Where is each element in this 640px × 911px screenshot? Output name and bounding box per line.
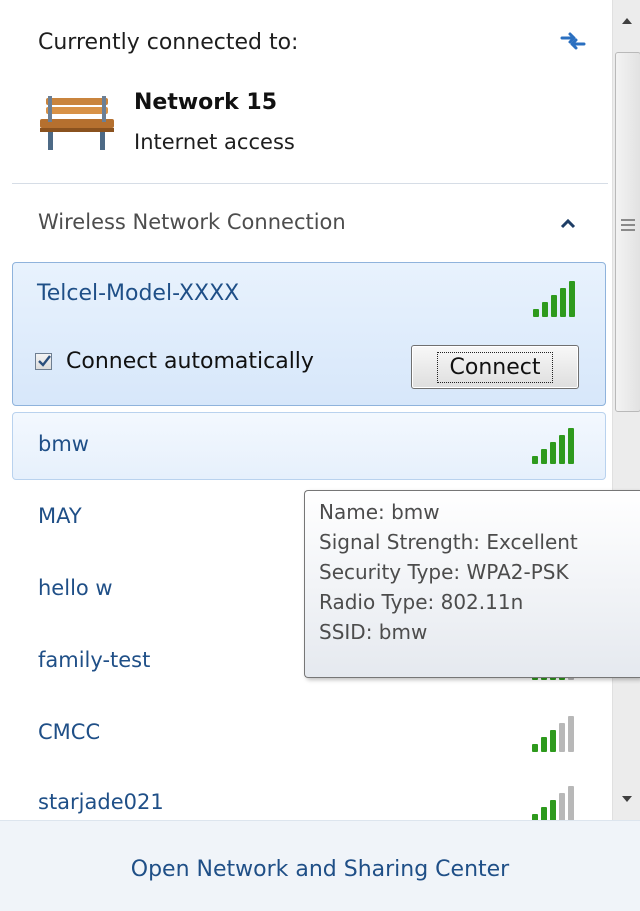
signal-bar: [569, 281, 575, 317]
network-name: hello w: [38, 576, 113, 600]
chevron-up-icon[interactable]: [556, 212, 580, 236]
network-row-bmw[interactable]: bmw: [0, 412, 612, 482]
signal-bar: [568, 428, 574, 464]
network-name: CMCC: [38, 720, 101, 744]
connect-button-label: Connect: [436, 351, 554, 383]
bench-network-icon: [40, 96, 114, 150]
scrollbar-thumb[interactable]: [615, 52, 640, 412]
selected-network-name: Telcel-Model-XXXX: [37, 281, 240, 306]
signal-bars-icon: [532, 716, 574, 752]
network-name: bmw: [38, 432, 89, 456]
scroll-down-arrow-icon[interactable]: [613, 780, 640, 820]
signal-bar: [532, 744, 538, 752]
tooltip-radio-type: Radio Type: 802.11n: [319, 590, 524, 614]
signal-bar: [550, 442, 556, 464]
signal-bars-icon: [533, 281, 575, 317]
signal-bar: [541, 449, 547, 464]
signal-bars-icon: [532, 428, 574, 464]
network-name: MAY: [38, 504, 82, 528]
checkmark-icon: [38, 355, 51, 367]
tooltip-name: Name: bmw: [319, 500, 440, 524]
connect-automatically-row[interactable]: Connect automatically: [35, 349, 314, 374]
signal-bar: [560, 288, 566, 317]
signal-bar: [533, 309, 539, 317]
network-flyout: Currently connected to: Network 15 Inter…: [0, 0, 612, 910]
connect-button[interactable]: Connect: [411, 345, 579, 389]
scrollbar-grip-icon: [621, 219, 635, 234]
network-tooltip: Name: bmw Signal Strength: Excellent Sec…: [304, 490, 640, 678]
scrollbar[interactable]: [612, 0, 640, 820]
signal-bar: [541, 737, 547, 752]
network-name: family-test: [38, 648, 151, 672]
connected-header-title: Currently connected to:: [38, 30, 299, 55]
connect-automatically-checkbox[interactable]: [35, 353, 52, 370]
connected-network-status: Internet access: [134, 130, 295, 154]
signal-bar: [559, 435, 565, 464]
tooltip-security-type: Security Type: WPA2-PSK: [319, 560, 569, 584]
network-row-cmcc[interactable]: CMCC: [0, 700, 612, 770]
tooltip-signal-strength: Signal Strength: Excellent: [319, 530, 578, 554]
refresh-arrows-icon[interactable]: [556, 24, 590, 58]
signal-bar: [568, 786, 574, 822]
signal-bar: [551, 295, 557, 317]
tooltip-ssid: SSID: bmw: [319, 620, 428, 644]
footer: Open Network and Sharing Center: [0, 820, 640, 911]
signal-bar: [568, 716, 574, 752]
connect-automatically-label: Connect automatically: [66, 349, 314, 374]
selected-network-card[interactable]: Telcel-Model-XXXX Connect automatically …: [12, 262, 606, 406]
signal-bars-icon: [532, 786, 574, 822]
connected-network-name: Network 15: [134, 90, 278, 115]
network-name: starjade021: [38, 790, 164, 814]
signal-bar: [559, 723, 565, 752]
signal-bar: [550, 800, 556, 822]
signal-bar: [542, 302, 548, 317]
scroll-up-arrow-icon[interactable]: [613, 0, 640, 40]
open-network-sharing-center-link[interactable]: Open Network and Sharing Center: [0, 857, 640, 882]
signal-bar: [532, 456, 538, 464]
divider: [12, 183, 608, 184]
signal-bar: [550, 730, 556, 752]
section-title: Wireless Network Connection: [38, 210, 346, 234]
signal-bar: [559, 793, 565, 822]
